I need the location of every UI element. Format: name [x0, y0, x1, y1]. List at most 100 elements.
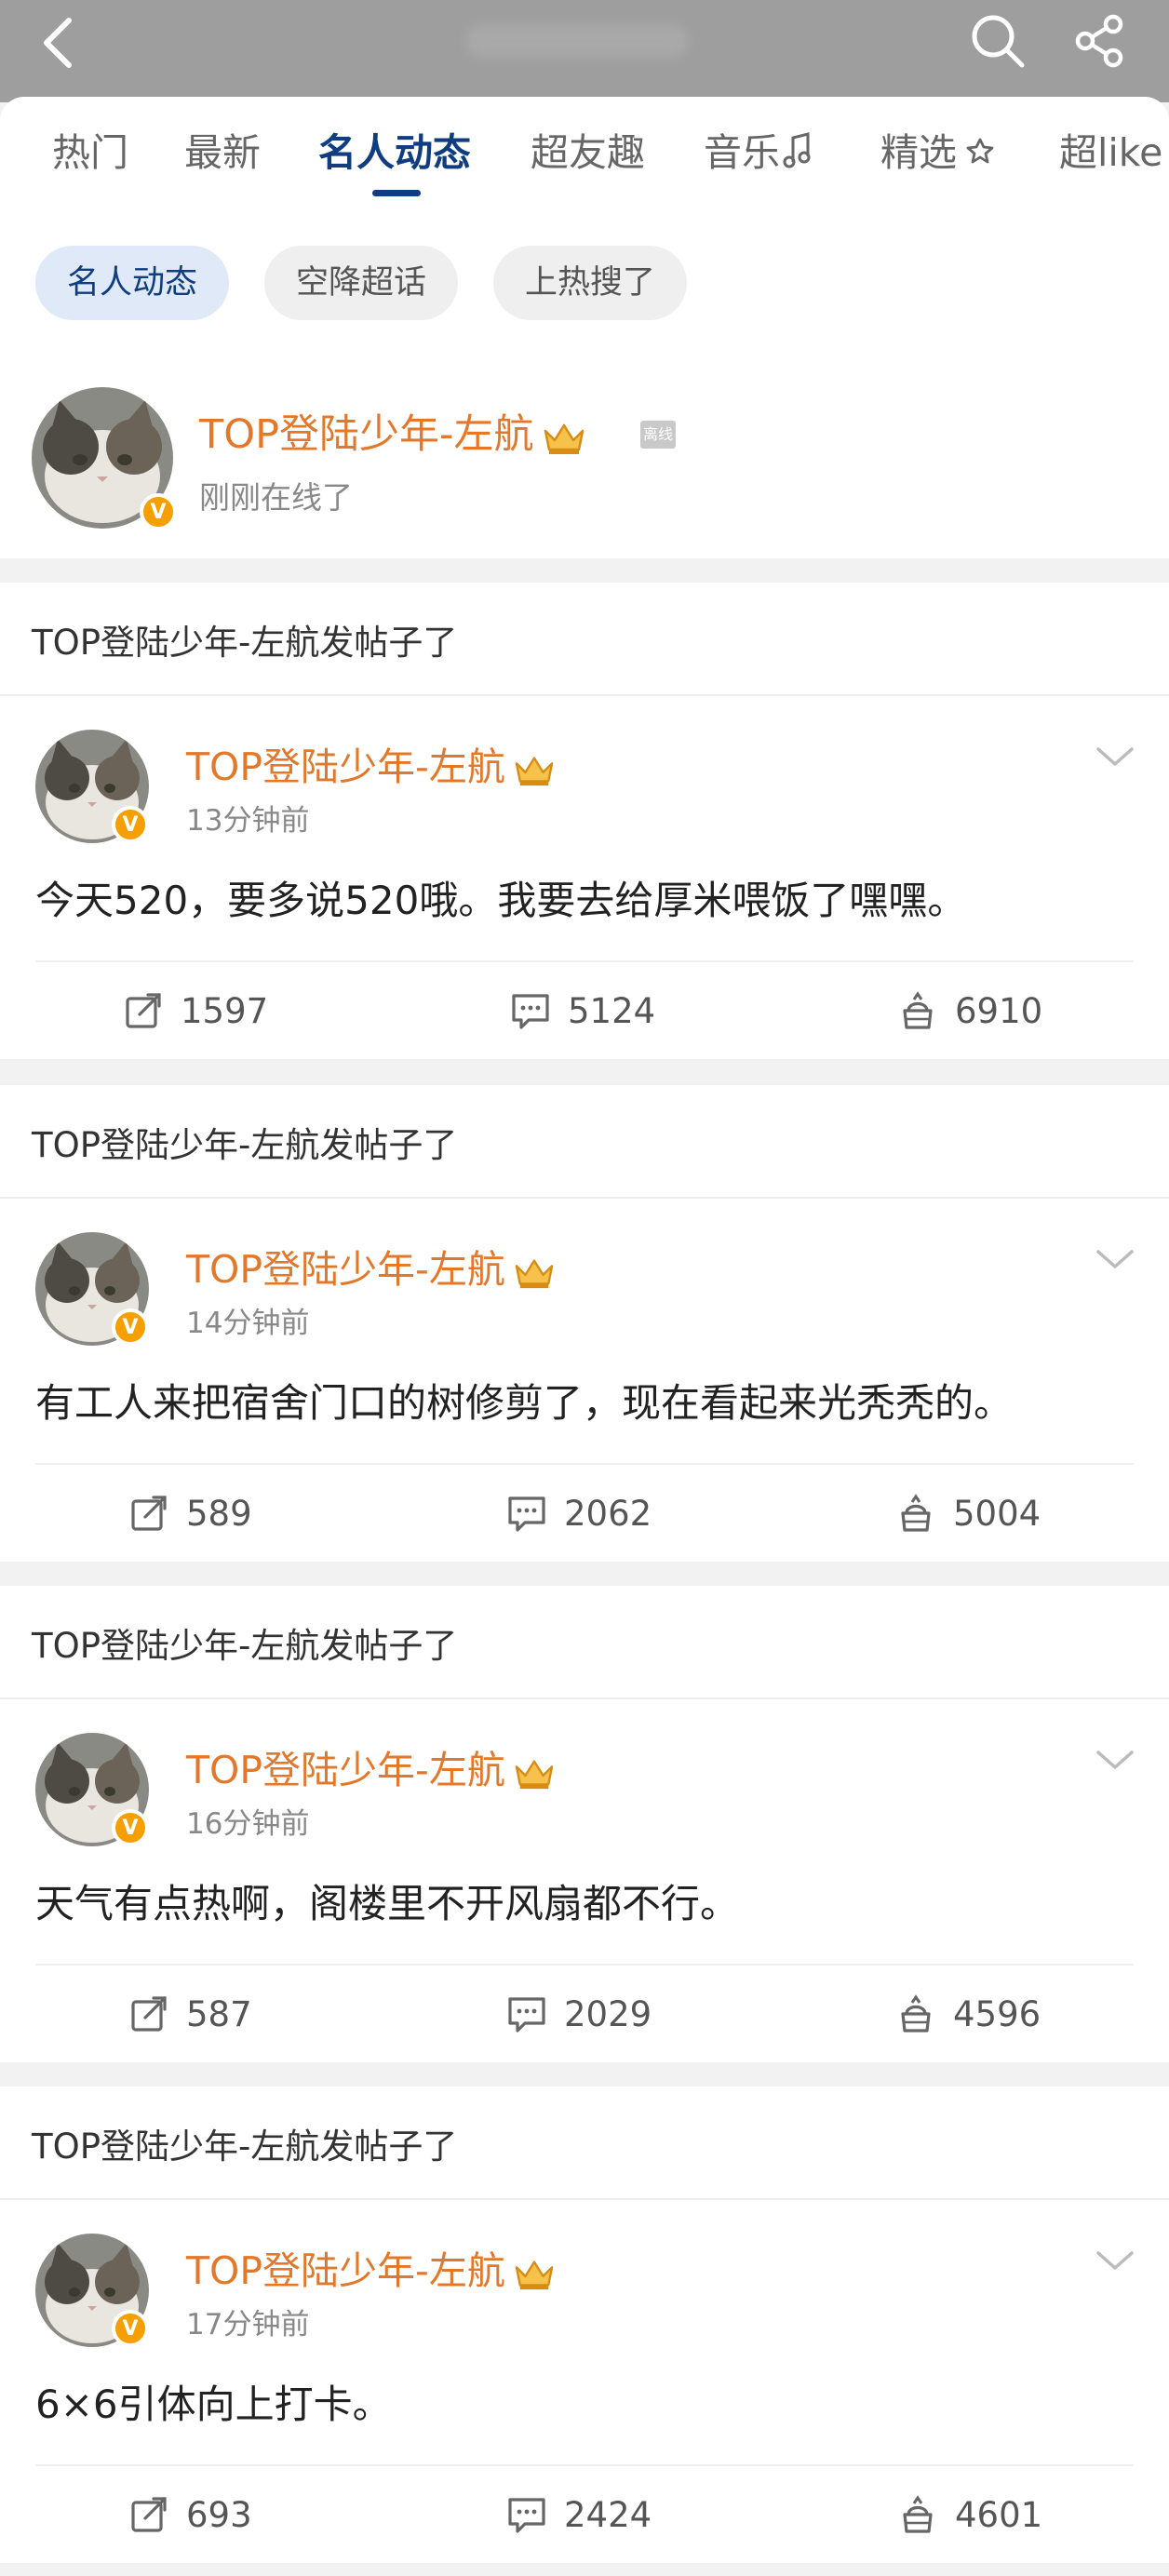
comment-button[interactable]: 2062 — [504, 1487, 652, 1539]
profile-status: 刚刚在线了 — [199, 479, 353, 516]
tab-superlike[interactable]: 超like — [1059, 127, 1162, 179]
like-button[interactable]: 5004 — [894, 1487, 1041, 1539]
repost-button[interactable]: 589 — [127, 1487, 252, 1539]
post-content[interactable]: 有工人来把宿舍门口的树修剪了，现在看起来光秃秃的。 — [35, 1372, 1013, 1429]
tab-featured[interactable]: 精选 — [880, 127, 1000, 179]
like-icon — [894, 1491, 938, 1536]
like-icon — [894, 1992, 938, 2036]
post-header[interactable]: TOP登陆少年-左航发帖子了 — [32, 1617, 457, 1668]
divider — [35, 2464, 1134, 2466]
repost-icon — [127, 2492, 171, 2537]
like-button[interactable]: 6910 — [895, 985, 1042, 1037]
post-author[interactable]: TOP登陆少年-左航 — [186, 1238, 558, 1294]
post-header[interactable]: TOP登陆少年-左航发帖子了 — [32, 614, 457, 664]
like-count: 4601 — [955, 2494, 1043, 2535]
repost-icon — [127, 1491, 171, 1536]
comment-icon — [504, 1491, 549, 1536]
chevron-down-icon[interactable] — [1089, 2237, 1141, 2284]
chevron-down-icon[interactable] — [1089, 1737, 1141, 1783]
crown-icon — [544, 423, 584, 454]
divider — [0, 1697, 1169, 1699]
chip-celebrity[interactable]: 名人动态 — [35, 246, 230, 320]
repost-button[interactable]: 693 — [127, 2489, 252, 2541]
comment-count: 5124 — [568, 990, 656, 1031]
profile-name[interactable]: TOP登陆少年-左航 — [199, 402, 588, 460]
chevron-down-icon[interactable] — [1089, 1236, 1141, 1282]
divider — [35, 960, 1134, 962]
repost-button[interactable]: 587 — [127, 1988, 252, 2040]
top-bar — [0, 0, 1169, 102]
chip-trending[interactable]: 上热搜了 — [493, 246, 688, 320]
like-count: 5004 — [953, 1493, 1041, 1534]
tab-celebrity[interactable]: 名人动态 — [318, 127, 471, 179]
comment-icon — [504, 2492, 549, 2537]
crown-icon — [515, 2261, 554, 2290]
post-time: 14分钟前 — [186, 1307, 310, 1340]
post-author-text: TOP登陆少年-左航 — [186, 2248, 505, 2293]
repost-count: 693 — [186, 2494, 252, 2535]
like-button[interactable]: 4601 — [895, 2489, 1042, 2541]
post-card: TOP登陆少年-左航发帖子了 V TOP登陆少年-左航 14分钟前 有工人来把宿… — [0, 1085, 1169, 1562]
repost-icon — [121, 988, 166, 1033]
comment-button[interactable]: 2424 — [504, 2489, 652, 2541]
comment-button[interactable]: 5124 — [508, 985, 655, 1037]
divider — [35, 1964, 1134, 1966]
repost-count: 587 — [186, 1993, 252, 2034]
comment-button[interactable]: 2029 — [504, 1988, 652, 2040]
post-author[interactable]: TOP登陆少年-左航 — [186, 1738, 558, 1794]
post-header[interactable]: TOP登陆少年-左航发帖子了 — [32, 2118, 457, 2168]
tab-active-indicator — [372, 190, 421, 196]
post-content[interactable]: 天气有点热啊，阁楼里不开风扇都不行。 — [35, 1872, 739, 1929]
like-icon — [895, 2492, 940, 2537]
post-author[interactable]: TOP登陆少年-左航 — [186, 735, 558, 791]
repost-count: 1597 — [181, 990, 269, 1031]
post-time: 16分钟前 — [186, 1807, 310, 1841]
chip-airdrop[interactable]: 空降超话 — [264, 246, 459, 320]
crown-icon — [515, 1760, 554, 1790]
post-header[interactable]: TOP登陆少年-左航发帖子了 — [32, 1117, 457, 1167]
tab-featured-label: 精选 — [880, 130, 957, 175]
post-author-text: TOP登陆少年-左航 — [186, 1748, 505, 1792]
like-count: 6910 — [955, 990, 1043, 1031]
page-title-blurred — [465, 24, 689, 58]
tab-music-label: 音乐 — [704, 130, 780, 175]
tab-bar: 热门 最新 名人动态 超友趣 音乐 精选 超like — [0, 121, 1169, 214]
like-icon — [895, 988, 940, 1033]
share-icon[interactable] — [1065, 6, 1135, 76]
crown-icon — [515, 757, 554, 786]
tab-music[interactable]: 音乐 — [704, 127, 813, 179]
comment-count: 2062 — [564, 1493, 652, 1534]
tab-hot[interactable]: 热门 — [52, 127, 128, 179]
comment-icon — [504, 1992, 549, 2036]
post-content[interactable]: 今天520，要多说520哦。我要去给厚米喂饭了嘿嘿。 — [35, 869, 966, 926]
tab-fun[interactable]: 超友趣 — [531, 127, 645, 179]
post-card: TOP登陆少年-左航发帖子了 V TOP登陆少年-左航 17分钟前 6×6引体向… — [0, 2086, 1169, 2563]
divider — [0, 2198, 1169, 2200]
verified-badge: V — [140, 493, 177, 530]
verified-badge: V — [112, 1809, 149, 1846]
post-card: TOP登陆少年-左航发帖子了 V TOP登陆少年-左航 16分钟前 天气有点热啊… — [0, 1586, 1169, 2062]
search-icon[interactable] — [962, 6, 1033, 76]
post-card: TOP登陆少年-左航发帖子了 V TOP登陆少年-左航 13分钟前 今天520，… — [0, 583, 1169, 1059]
post-content[interactable]: 6×6引体向上打卡。 — [35, 2373, 392, 2430]
comment-icon — [508, 988, 553, 1033]
music-note-icon — [783, 132, 811, 168]
repost-button[interactable]: 1597 — [121, 985, 268, 1037]
comment-count: 2029 — [564, 1993, 652, 2034]
chevron-down-icon[interactable] — [1089, 733, 1141, 780]
post-time: 17分钟前 — [186, 2308, 310, 2341]
post-author-text: TOP登陆少年-左航 — [186, 1247, 505, 1292]
divider — [0, 1197, 1169, 1199]
paw-icon — [966, 138, 994, 164]
profile-name-text: TOP登陆少年-左航 — [199, 411, 534, 458]
comment-count: 2424 — [564, 2494, 652, 2535]
like-button[interactable]: 4596 — [894, 1988, 1041, 2040]
verified-badge: V — [112, 2310, 149, 2347]
repost-icon — [127, 1992, 171, 2036]
divider — [35, 1463, 1134, 1465]
repost-count: 589 — [186, 1493, 252, 1534]
post-author[interactable]: TOP登陆少年-左航 — [186, 2239, 558, 2295]
tab-latest[interactable]: 最新 — [184, 127, 261, 179]
post-time: 13分钟前 — [186, 804, 310, 838]
back-icon[interactable] — [20, 6, 95, 80]
